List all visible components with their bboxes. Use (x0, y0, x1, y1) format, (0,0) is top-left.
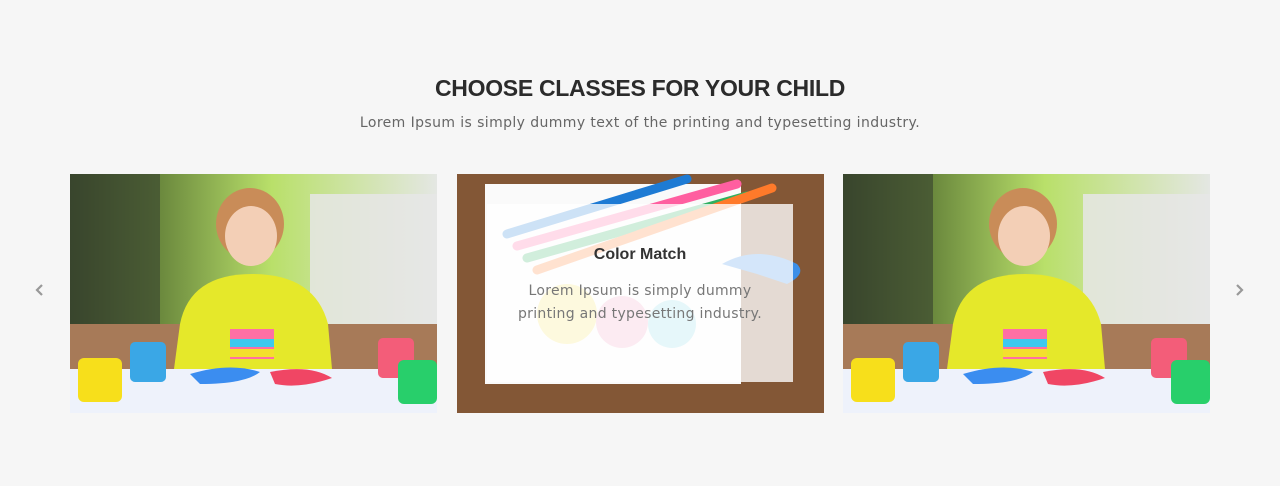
chevron-right-icon (1236, 284, 1244, 296)
class-card[interactable] (843, 174, 1210, 413)
card-overlay: Color Match Lorem Ipsum is simply dummy … (487, 204, 793, 382)
card-title: Color Match (593, 246, 687, 263)
section-title: CHOOSE CLASSES FOR YOUR CHILD (434, 75, 846, 101)
carousel-prev-button[interactable] (28, 278, 52, 302)
card-description: Lorem Ipsum is simply dummy printing and… (517, 283, 763, 322)
section-subtitle: Lorem Ipsum is simply dummy text of the … (359, 115, 921, 131)
class-card-active[interactable]: Color Match Lorem Ipsum is simply dummy … (457, 174, 824, 413)
girl-painting-photo (70, 174, 437, 413)
class-card[interactable] (70, 174, 437, 413)
chevron-left-icon (35, 284, 43, 296)
carousel-next-button[interactable] (1227, 278, 1251, 302)
girl-painting-photo (843, 174, 1210, 413)
classes-section: CHOOSE CLASSES FOR YOUR CHILD Lorem Ipsu… (0, 0, 1280, 486)
